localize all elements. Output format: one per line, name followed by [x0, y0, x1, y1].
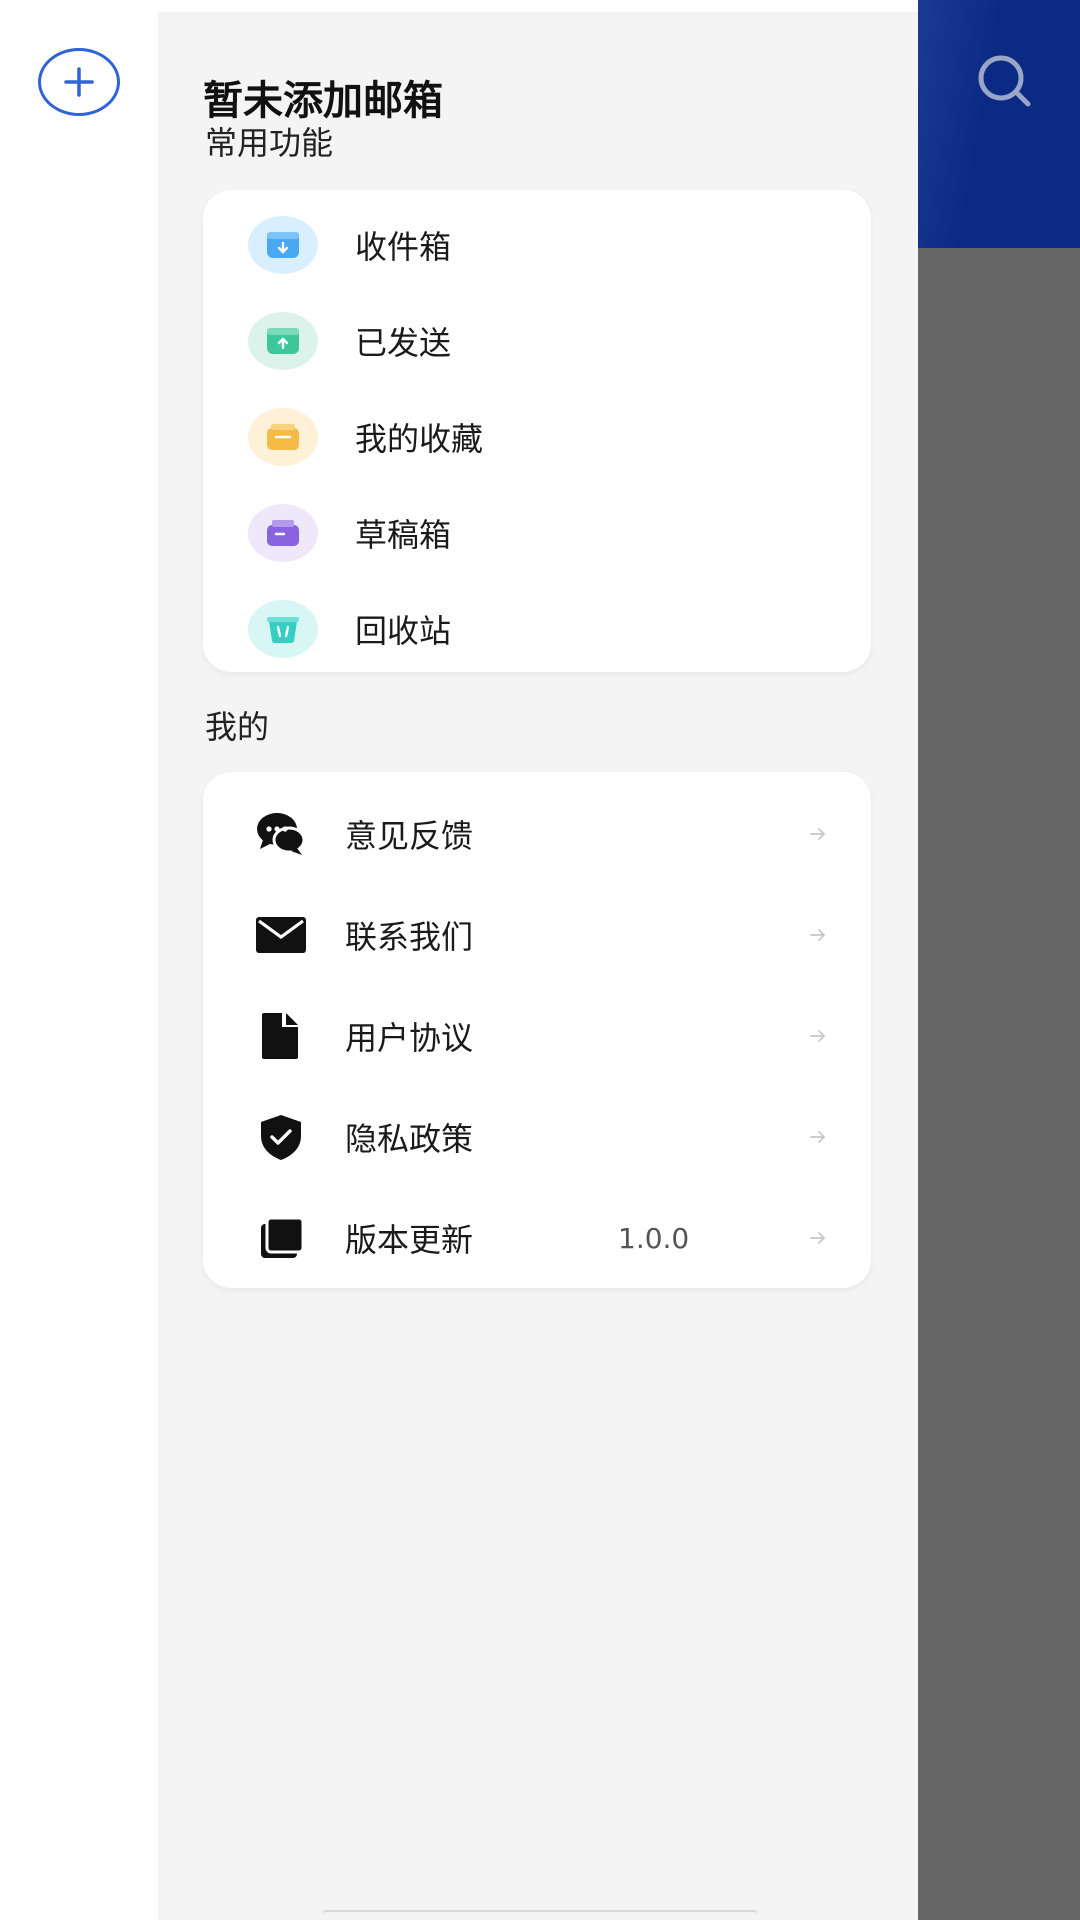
common-functions-card: 收件箱 已发送 我的收藏 草稿箱 回收站: [203, 190, 871, 672]
menu-item-label: 意见反馈: [345, 817, 474, 855]
menu-item-feedback[interactable]: 意见反馈: [203, 784, 871, 884]
dim-overlay[interactable]: [918, 248, 1080, 1920]
document-icon: [253, 1011, 309, 1061]
trash-icon: [248, 600, 318, 658]
menu-item-user-agreement[interactable]: 用户协议: [203, 986, 871, 1086]
folder-item-favorites[interactable]: 我的收藏: [203, 392, 871, 482]
menu-item-label: 版本更新: [345, 1221, 474, 1259]
navigation-drawer: 暂未添加邮箱 常用功能 收件箱 已发送 我的收藏 草稿箱 回收站 我的 意见反馈…: [158, 12, 918, 1920]
plus-icon: [64, 67, 94, 97]
mail-icon: [253, 910, 309, 960]
section-label-mine: 我的: [205, 708, 270, 746]
shield-icon: [253, 1112, 309, 1162]
menu-item-label: 用户协议: [345, 1019, 474, 1057]
arrow-right-icon: [810, 1232, 826, 1244]
folder-label: 草稿箱: [355, 516, 452, 554]
menu-item-privacy-policy[interactable]: 隐私政策: [203, 1087, 871, 1187]
folder-item-drafts[interactable]: 草稿箱: [203, 488, 871, 578]
folder-label: 收件箱: [355, 228, 452, 266]
drafts-icon: [248, 504, 318, 562]
menu-item-label: 隐私政策: [345, 1120, 474, 1158]
arrow-right-icon: [810, 1131, 826, 1143]
left-rail: [0, 0, 158, 1920]
folder-item-sent[interactable]: 已发送: [203, 296, 871, 386]
menu-item-label: 联系我们: [345, 918, 474, 956]
folder-item-inbox[interactable]: 收件箱: [203, 200, 871, 290]
favorites-icon: [248, 408, 318, 466]
home-indicator: [322, 1910, 758, 1918]
screen: 暂未添加邮箱 常用功能 收件箱 已发送 我的收藏 草稿箱 回收站 我的 意见反馈…: [0, 0, 1080, 1920]
folder-label: 回收站: [355, 612, 452, 650]
folder-item-trash[interactable]: 回收站: [203, 584, 871, 674]
sent-icon: [248, 312, 318, 370]
folder-label: 我的收藏: [355, 420, 484, 458]
arrow-right-icon: [810, 1030, 826, 1042]
inbox-icon: [248, 216, 318, 274]
header-decoration: [918, 0, 998, 248]
version-value: 1.0.0: [618, 1221, 690, 1255]
menu-item-contact[interactable]: 联系我们: [203, 885, 871, 985]
arrow-right-icon: [810, 828, 826, 840]
section-label-common: 常用功能: [205, 124, 334, 162]
search-icon[interactable]: [974, 52, 1034, 110]
chat-icon: [253, 809, 309, 859]
versions-icon: [253, 1213, 309, 1263]
arrow-right-icon: [810, 929, 826, 941]
folder-label: 已发送: [355, 324, 452, 362]
menu-item-version-update[interactable]: 版本更新 1.0.0: [203, 1188, 871, 1288]
add-account-button[interactable]: [38, 48, 120, 116]
mine-card: 意见反馈 联系我们 用户协议 隐私政策 版本更新 1.0.0: [203, 772, 871, 1288]
main-header-background: [918, 0, 1080, 248]
